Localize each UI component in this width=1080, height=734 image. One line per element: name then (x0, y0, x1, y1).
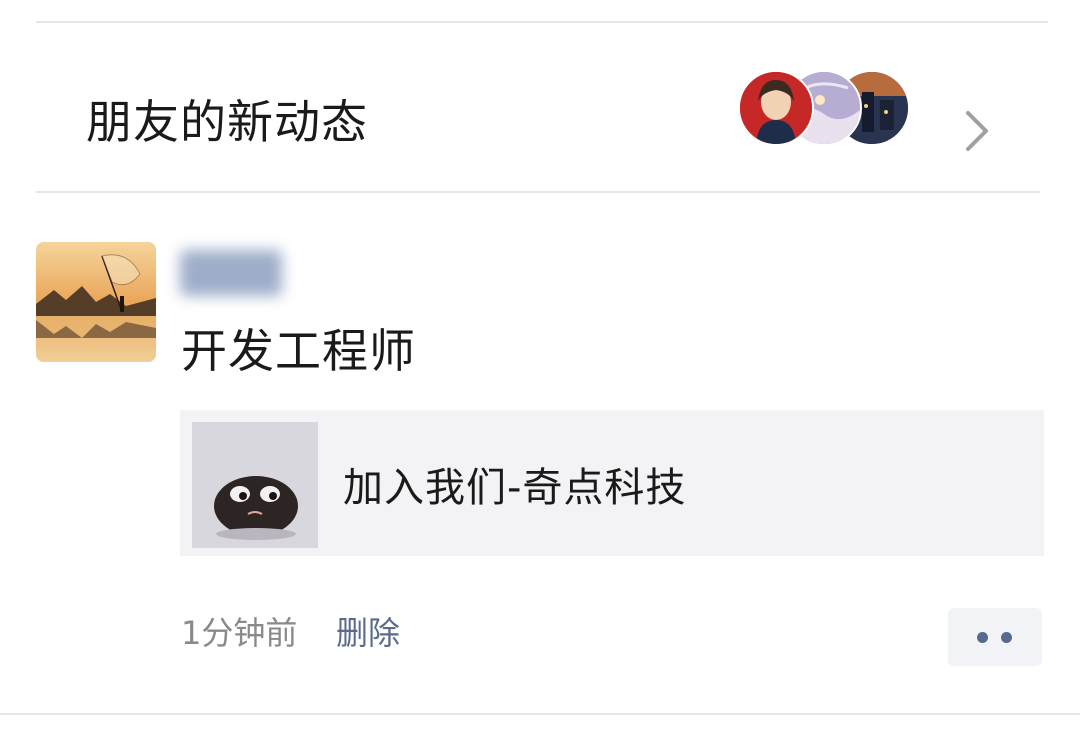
shared-link-thumbnail (192, 422, 318, 548)
friends-updates-title: 朋友的新动态 (86, 95, 368, 149)
chevron-right-icon (966, 111, 988, 151)
more-dots-icon (977, 632, 988, 643)
more-actions-button[interactable] (948, 608, 1042, 666)
friends-avatar-stack (738, 70, 914, 146)
more-dots-icon (1001, 632, 1012, 643)
post-timestamp: 1分钟前 (181, 614, 298, 652)
moments-page: 朋友的新动态 开发工程师 加入我们-奇点科技 1分钟前 删除 (0, 0, 1080, 734)
section-divider (36, 191, 1040, 193)
friends-updates-row[interactable]: 朋友的新动态 (0, 23, 1080, 191)
delete-post-link[interactable]: 删除 (336, 617, 400, 649)
shared-link-title: 加入我们-奇点科技 (343, 465, 687, 511)
post-text: 开发工程师 (181, 324, 416, 378)
friend-avatar (738, 70, 814, 146)
bottom-divider (0, 713, 1080, 715)
shared-link-card[interactable]: 加入我们-奇点科技 (180, 410, 1044, 556)
post-author-name[interactable] (180, 250, 282, 296)
post-author-avatar[interactable] (36, 242, 156, 362)
